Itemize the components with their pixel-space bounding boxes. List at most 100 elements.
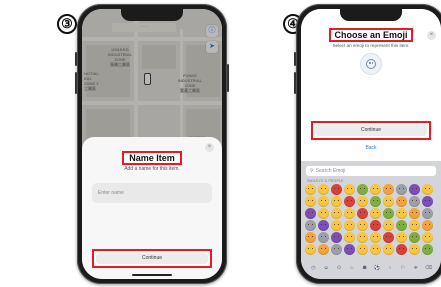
continue-button[interactable]: Continue — [92, 249, 212, 268]
screen: × Choose an Emoji Select an emoji to rep… — [301, 9, 441, 279]
continue-label: Continue — [360, 127, 381, 133]
emoji-key[interactable] — [409, 244, 420, 255]
emoji-key[interactable] — [370, 196, 381, 207]
emoji-key[interactable] — [331, 244, 342, 255]
step-3-badge: ③ — [57, 14, 77, 34]
emoji-keyboard: ⚲ Search Emoji SMILEYS & PEOPLE ◷ ☺ ⊙ ♨ ☗ ⚽ ♀ ⚐ ⎈… — [301, 161, 441, 279]
emoji-key[interactable] — [396, 208, 407, 219]
emoji-tab-1-icon[interactable]: ☺ — [322, 265, 330, 271]
emoji-key[interactable] — [344, 244, 355, 255]
name-item-title: Name Item — [122, 151, 182, 165]
emoji-category-tabs: ◷ ☺ ⊙ ♨ ☗ ⚽ ♀ ⚐ ⎈ ⌫ — [301, 263, 441, 273]
emoji-key[interactable] — [409, 184, 420, 195]
emoji-key[interactable] — [344, 184, 355, 195]
choose-emoji-subtitle: Select an emoji to represent this item. — [332, 43, 410, 48]
emoji-key[interactable] — [357, 196, 368, 207]
continue-button[interactable]: Continue — [311, 121, 431, 140]
emoji-key[interactable] — [344, 208, 355, 219]
notch — [340, 9, 402, 21]
emoji-key[interactable] — [305, 244, 316, 255]
emoji-key[interactable] — [305, 208, 316, 219]
emoji-key[interactable] — [357, 184, 368, 195]
continue-label: Continue — [141, 255, 162, 261]
emoji-key[interactable] — [396, 220, 407, 231]
emoji-tab-4-icon[interactable]: ☗ — [361, 265, 369, 271]
emoji-preview[interactable] — [360, 53, 382, 75]
emoji-key[interactable] — [305, 220, 316, 231]
emoji-key[interactable] — [409, 220, 420, 231]
home-indicator — [132, 274, 172, 276]
emoji-key[interactable] — [305, 232, 316, 243]
emoji-key[interactable] — [422, 196, 433, 207]
emoji-key[interactable] — [370, 208, 381, 219]
emoji-tab-2-icon[interactable]: ⊙ — [335, 265, 343, 271]
close-icon[interactable]: × — [205, 143, 214, 152]
choose-emoji-sheet: × Choose an Emoji Select an emoji to rep… — [301, 9, 441, 161]
emoji-search-placeholder: Search Emoji — [315, 168, 346, 174]
emoji-key[interactable] — [318, 208, 329, 219]
emoji-key[interactable] — [331, 208, 342, 219]
emoji-key[interactable] — [357, 244, 368, 255]
choose-emoji-title: Choose an Emoji — [329, 28, 413, 42]
emoji-key[interactable] — [409, 196, 420, 207]
emoji-key[interactable] — [318, 244, 329, 255]
emoji-key[interactable] — [396, 196, 407, 207]
back-link[interactable]: Back — [301, 145, 441, 151]
emoji-category-label: SMILEYS & PEOPLE — [307, 179, 344, 183]
emoji-key[interactable] — [344, 196, 355, 207]
emoji-key[interactable] — [383, 220, 394, 231]
emoji-tab-6-icon[interactable]: ♀ — [386, 265, 394, 271]
emoji-key[interactable] — [370, 232, 381, 243]
emoji-key[interactable] — [305, 196, 316, 207]
phone-choose-emoji: × Choose an Emoji Select an emoji to rep… — [294, 4, 441, 284]
emoji-key[interactable] — [344, 232, 355, 243]
emoji-key[interactable] — [318, 220, 329, 231]
search-icon: ⚲ — [310, 168, 314, 174]
emoji-key[interactable] — [422, 220, 433, 231]
emoji-key[interactable] — [331, 196, 342, 207]
emoji-tab-9-icon[interactable]: ⌫ — [425, 265, 433, 271]
emoji-key[interactable] — [383, 244, 394, 255]
emoji-key[interactable] — [383, 196, 394, 207]
screen: · · · USAKKO INDUSTRIAL ZONE 烏橋工業區 HOTIA… — [82, 9, 222, 279]
emoji-key[interactable] — [422, 232, 433, 243]
emoji-key[interactable] — [422, 184, 433, 195]
phone-name-item: · · · USAKKO INDUSTRIAL ZONE 烏橋工業區 HOTIA… — [75, 4, 229, 284]
emoji-key[interactable] — [357, 232, 368, 243]
name-input[interactable] — [92, 183, 212, 203]
name-item-sheet: × Name Item Add a name for this item. Co… — [82, 137, 222, 279]
emoji-tab-8-icon[interactable]: ⎈ — [412, 265, 420, 271]
emoji-key[interactable] — [409, 208, 420, 219]
close-icon[interactable]: × — [427, 31, 436, 40]
emoji-key[interactable] — [422, 244, 433, 255]
emoji-key[interactable] — [318, 196, 329, 207]
emoji-key[interactable] — [318, 184, 329, 195]
emoji-key[interactable] — [409, 232, 420, 243]
emoji-key[interactable] — [331, 232, 342, 243]
emoji-key[interactable] — [370, 184, 381, 195]
emoji-tab-7-icon[interactable]: ⚐ — [399, 265, 407, 271]
emoji-key[interactable] — [331, 184, 342, 195]
notch — [121, 9, 183, 21]
emoji-key[interactable] — [396, 244, 407, 255]
emoji-search-field[interactable]: ⚲ Search Emoji — [306, 166, 436, 176]
emoji-key[interactable] — [318, 232, 329, 243]
emoji-tab-3-icon[interactable]: ♨ — [348, 265, 356, 271]
emoji-tab-0-icon[interactable]: ◷ — [309, 265, 317, 271]
emoji-key[interactable] — [383, 184, 394, 195]
emoji-key[interactable] — [357, 208, 368, 219]
emoji-key[interactable] — [344, 220, 355, 231]
emoji-key[interactable] — [396, 184, 407, 195]
emoji-key[interactable] — [422, 208, 433, 219]
emoji-key[interactable] — [383, 208, 394, 219]
emoji-key[interactable] — [383, 232, 394, 243]
emoji-key[interactable] — [357, 220, 368, 231]
emoji-key[interactable] — [370, 244, 381, 255]
smiley-outline-icon — [366, 59, 376, 69]
emoji-tab-5-icon[interactable]: ⚽ — [373, 265, 381, 271]
emoji-key[interactable] — [331, 220, 342, 231]
emoji-key[interactable] — [396, 232, 407, 243]
name-item-subtitle: Add a name for this item. — [124, 166, 180, 172]
emoji-key[interactable] — [370, 220, 381, 231]
emoji-key[interactable] — [305, 184, 316, 195]
